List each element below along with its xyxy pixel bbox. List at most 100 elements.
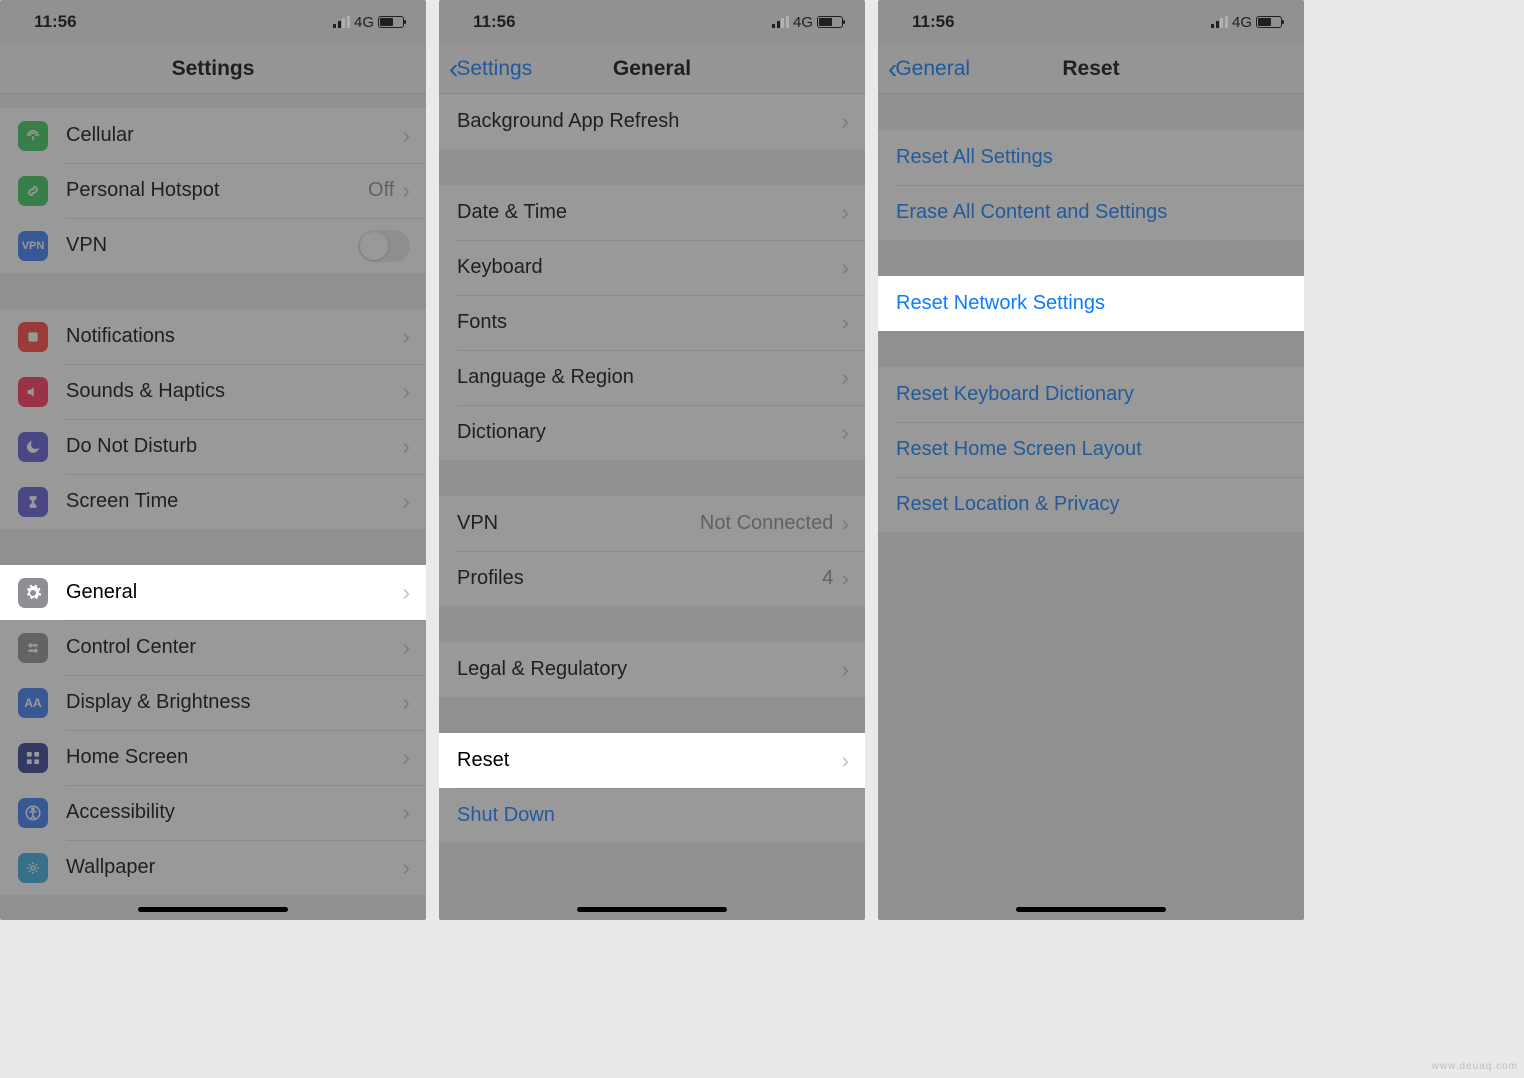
label: Personal Hotspot — [66, 179, 368, 202]
antenna-icon — [18, 121, 48, 151]
label: Cellular — [66, 124, 402, 147]
row-general[interactable]: General › — [0, 565, 426, 620]
label: Reset Network Settings — [896, 292, 1288, 315]
status-bar: 11:56 4G — [878, 0, 1304, 44]
back-button[interactable]: ‹ General — [888, 55, 970, 83]
label: Background App Refresh — [457, 110, 841, 133]
chevron-right-icon: › — [402, 433, 410, 460]
label: Date & Time — [457, 201, 841, 224]
chevron-right-icon: › — [402, 799, 410, 826]
row-cellular[interactable]: Cellular › — [0, 108, 426, 163]
screenshot-settings: 11:56 4G Settings Cellular › Personal Ho… — [0, 0, 426, 920]
row-home-screen[interactable]: Home Screen › — [0, 730, 426, 785]
row-reset[interactable]: Reset › — [439, 733, 865, 788]
label: Profiles — [457, 567, 822, 590]
hourglass-icon — [18, 487, 48, 517]
chevron-right-icon: › — [402, 579, 410, 606]
back-button[interactable]: ‹ Settings — [449, 55, 532, 83]
row-keyboard[interactable]: Keyboard › — [439, 240, 865, 295]
network-label: 4G — [793, 14, 813, 31]
watermark: www.deuaq.com — [1432, 1061, 1518, 1072]
home-indicator[interactable] — [138, 907, 288, 912]
row-vpn[interactable]: VPN Not Connected › — [439, 496, 865, 551]
row-profiles[interactable]: Profiles 4 › — [439, 551, 865, 606]
chevron-right-icon: › — [841, 364, 849, 391]
label: Reset Location & Privacy — [896, 493, 1288, 516]
row-notifications[interactable]: Notifications › — [0, 309, 426, 364]
chevron-right-icon: › — [402, 323, 410, 350]
status-bar: 11:56 4G — [439, 0, 865, 44]
row-shut-down[interactable]: Shut Down — [439, 788, 865, 843]
chevron-right-icon: › — [402, 744, 410, 771]
page-title: Settings — [172, 57, 255, 81]
row-language[interactable]: Language & Region › — [439, 350, 865, 405]
home-indicator[interactable] — [577, 907, 727, 912]
grid-icon — [18, 743, 48, 773]
vpn-toggle[interactable] — [358, 230, 410, 262]
label: Language & Region — [457, 366, 841, 389]
row-screentime[interactable]: Screen Time › — [0, 474, 426, 529]
status-time: 11:56 — [912, 12, 955, 32]
chevron-right-icon: › — [402, 634, 410, 661]
chevron-right-icon: › — [402, 689, 410, 716]
chevron-right-icon: › — [402, 854, 410, 881]
label: Do Not Disturb — [66, 435, 402, 458]
row-hotspot[interactable]: Personal Hotspot Off › — [0, 163, 426, 218]
chevron-right-icon: › — [402, 488, 410, 515]
chevron-right-icon: › — [841, 747, 849, 774]
row-dnd[interactable]: Do Not Disturb › — [0, 419, 426, 474]
label: General — [66, 581, 402, 604]
label: Accessibility — [66, 801, 402, 824]
label: Home Screen — [66, 746, 402, 769]
row-control-center[interactable]: Control Center › — [0, 620, 426, 675]
label: VPN — [457, 512, 700, 535]
signal-icon — [333, 16, 350, 28]
row-reset-network[interactable]: Reset Network Settings — [878, 276, 1304, 331]
notifications-icon — [18, 322, 48, 352]
value: 4 — [822, 567, 833, 590]
label: Screen Time — [66, 490, 402, 513]
battery-icon — [817, 16, 843, 28]
text-size-icon: AA — [18, 688, 48, 718]
value: Not Connected — [700, 512, 833, 535]
screenshot-general: 11:56 4G ‹ Settings General Background A… — [439, 0, 865, 920]
row-bg-app-refresh[interactable]: Background App Refresh › — [439, 94, 865, 149]
row-dictionary[interactable]: Dictionary › — [439, 405, 865, 460]
label: Sounds & Haptics — [66, 380, 402, 403]
row-sounds[interactable]: Sounds & Haptics › — [0, 364, 426, 419]
status-time: 11:56 — [34, 12, 77, 32]
network-label: 4G — [1232, 14, 1252, 31]
row-date-time[interactable]: Date & Time › — [439, 185, 865, 240]
row-wallpaper[interactable]: Wallpaper › — [0, 840, 426, 895]
chevron-right-icon: › — [841, 565, 849, 592]
nav-bar: ‹ General Reset — [878, 44, 1304, 94]
chevron-right-icon: › — [841, 510, 849, 537]
chevron-right-icon: › — [841, 309, 849, 336]
row-fonts[interactable]: Fonts › — [439, 295, 865, 350]
signal-icon — [1211, 16, 1228, 28]
row-reset-all[interactable]: Reset All Settings — [878, 130, 1304, 185]
home-indicator[interactable] — [1016, 907, 1166, 912]
speaker-icon — [18, 377, 48, 407]
gear-icon — [18, 578, 48, 608]
vpn-icon: VPN — [18, 231, 48, 261]
moon-icon — [18, 432, 48, 462]
screenshot-reset: 11:56 4G ‹ General Reset Reset All Setti… — [878, 0, 1304, 920]
nav-bar: Settings — [0, 44, 426, 94]
label: Reset — [457, 749, 841, 772]
switches-icon — [18, 633, 48, 663]
link-icon — [18, 176, 48, 206]
row-legal[interactable]: Legal & Regulatory › — [439, 642, 865, 697]
row-accessibility[interactable]: Accessibility › — [0, 785, 426, 840]
label: Reset Home Screen Layout — [896, 438, 1288, 461]
row-vpn[interactable]: VPN VPN — [0, 218, 426, 273]
row-erase-all[interactable]: Erase All Content and Settings — [878, 185, 1304, 240]
label: VPN — [66, 234, 358, 257]
row-reset-home-layout[interactable]: Reset Home Screen Layout — [878, 422, 1304, 477]
label: Display & Brightness — [66, 691, 402, 714]
row-reset-location[interactable]: Reset Location & Privacy — [878, 477, 1304, 532]
row-reset-keyboard-dict[interactable]: Reset Keyboard Dictionary — [878, 367, 1304, 422]
page-title: Reset — [1062, 57, 1119, 81]
label: Fonts — [457, 311, 841, 334]
row-display[interactable]: AA Display & Brightness › — [0, 675, 426, 730]
